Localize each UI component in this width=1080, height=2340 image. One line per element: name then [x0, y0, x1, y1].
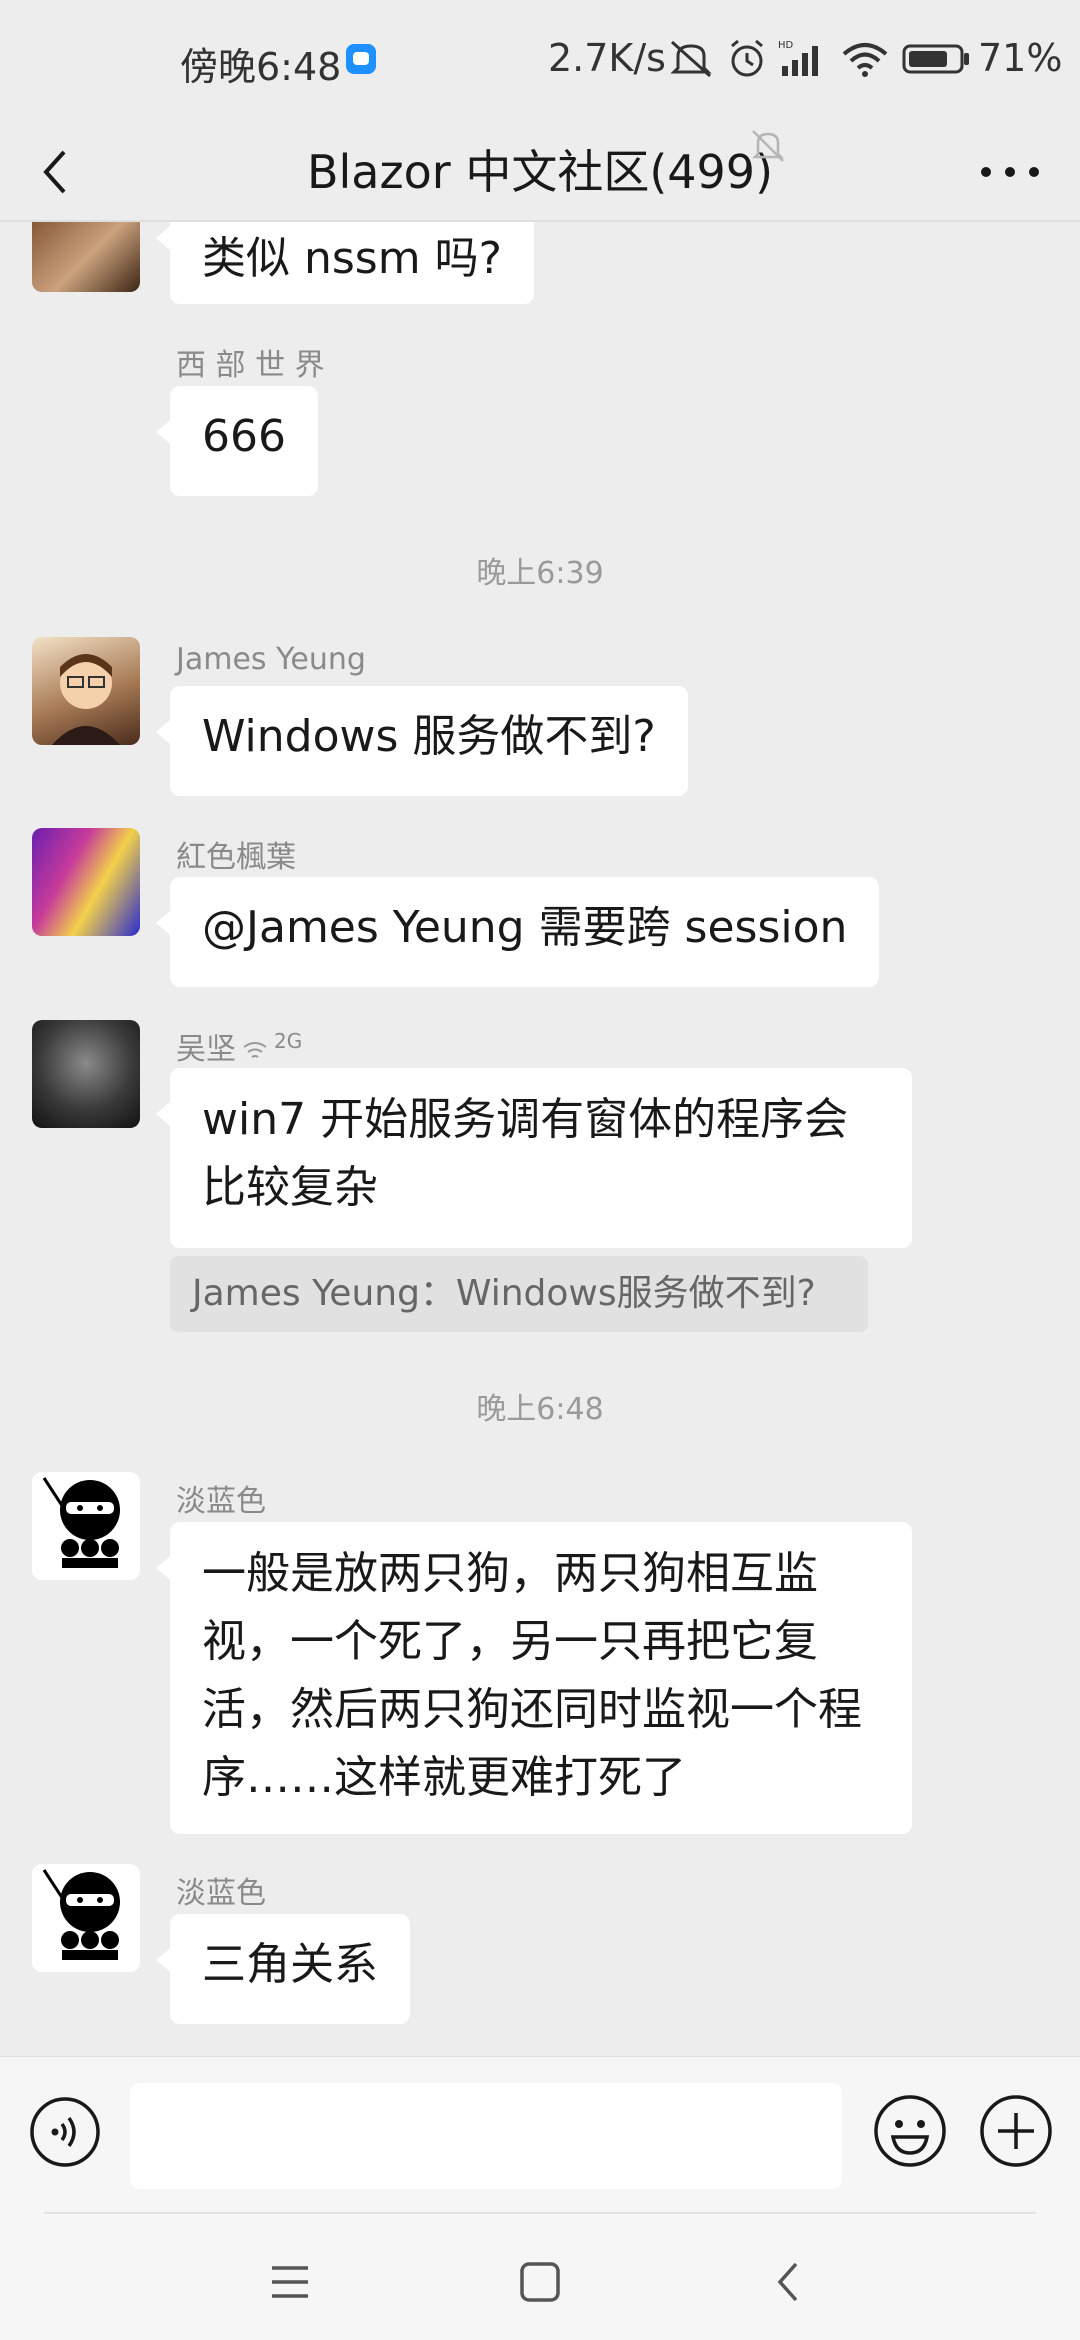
message-list[interactable]: 类似 nssm 吗? 西 部 世 界 666 晚上6:39 James Yeun… [0, 222, 1080, 2056]
sender-name: 西 部 世 界 [176, 348, 325, 383]
mute-status-icon [670, 40, 712, 78]
sender-name: 淡蓝色 [176, 1876, 266, 1911]
svg-text:HD: HD [778, 40, 794, 51]
status-time: 傍晚6:48 [180, 45, 342, 89]
battery-percent: 71% [978, 36, 1063, 80]
sender-name: 淡蓝色 [176, 1484, 266, 1519]
avatar[interactable] [32, 1472, 140, 1580]
sender-name: 紅色楓葉 [176, 840, 296, 875]
network-badge: 2G [274, 1029, 303, 1053]
wifi-icon [243, 1041, 267, 1058]
timestamp: 晚上6:39 [476, 556, 604, 591]
message-text: 666 [202, 411, 286, 462]
home-icon [520, 2262, 560, 2302]
home-button[interactable] [500, 2242, 580, 2322]
chat-title: Blazor 中文社区(499) [306, 145, 774, 199]
emoji-icon [874, 2095, 946, 2167]
menu-icon [272, 2266, 308, 2298]
recent-apps-button[interactable] [250, 2242, 330, 2322]
system-navigation [0, 2212, 1080, 2340]
network-speed: 2.7K/s [548, 36, 666, 80]
more-icon [981, 167, 1039, 177]
message-text: Windows 服务做不到? [202, 711, 656, 762]
sender-name-text: 吴坚 [176, 1032, 236, 1067]
more-button[interactable] [960, 124, 1060, 220]
message-text: 三角关系 [202, 1939, 378, 1990]
sender-name: James Yeung [176, 642, 366, 677]
message-text-line: 序……这样就更难打死了 [202, 1752, 686, 1803]
message-bubble[interactable]: 666 [156, 386, 318, 496]
nav-divider [44, 2212, 1036, 2214]
message-bubble[interactable]: Windows 服务做不到? [156, 686, 688, 796]
message-text-line: 比较复杂 [202, 1162, 378, 1213]
ninja-avatar-image [42, 1477, 120, 1568]
message-text: @James Yeung 需要跨 session [202, 902, 848, 953]
message-text-line: win7 开始服务调有窗体的程序会 [202, 1094, 849, 1145]
quoted-message[interactable]: James Yeung：Windows服务做不到? [170, 1256, 868, 1332]
avatar[interactable] [32, 637, 140, 745]
app-notification-icon [346, 44, 376, 74]
input-bar [0, 2056, 1080, 2213]
signal-icon: HD [778, 40, 818, 76]
message-bubble[interactable]: 类似 nssm 吗? [156, 222, 534, 304]
sender-name: 吴坚 2G [176, 1024, 302, 1068]
avatar-image [52, 654, 120, 745]
message-bubble[interactable]: 三角关系 [156, 1914, 410, 2024]
alarm-icon [731, 39, 763, 77]
message-text: 类似 nssm 吗? [202, 233, 502, 284]
timestamp: 晚上6:48 [476, 1392, 604, 1427]
quote-text: James Yeung：Windows服务做不到? [192, 1273, 816, 1314]
avatar[interactable] [32, 1020, 140, 1128]
avatar[interactable] [32, 1864, 140, 1972]
voice-icon [30, 2097, 100, 2167]
message-text-line: 一般是放两只狗，两只狗相互监 [202, 1548, 818, 1599]
ninja-avatar-image [42, 1869, 120, 1960]
back-icon [777, 2262, 798, 2302]
emoji-button[interactable] [872, 2093, 948, 2169]
message-text-line: 视，一个死了，另一只再把它复 [202, 1616, 818, 1667]
system-back-button[interactable] [750, 2242, 830, 2322]
message-bubble[interactable]: win7 开始服务调有窗体的程序会 比较复杂 [156, 1068, 912, 1248]
avatar[interactable] [32, 222, 140, 292]
plus-icon [980, 2095, 1052, 2167]
message-input[interactable] [130, 2083, 842, 2189]
more-functions-button[interactable] [978, 2093, 1054, 2169]
message-bubble[interactable]: @James Yeung 需要跨 session [155, 877, 880, 987]
bell-off-icon [751, 130, 785, 162]
wifi-icon [842, 43, 888, 77]
battery-icon [902, 44, 969, 74]
avatar[interactable] [32, 828, 140, 936]
message-text-line: 活，然后两只狗还同时监视一个程 [202, 1684, 862, 1735]
status-bar: 傍晚6:48 2.7K/s HD 71% [0, 0, 1080, 124]
chat-header: Blazor 中文社区(499) [0, 124, 1080, 220]
message-bubble[interactable]: 一般是放两只狗，两只狗相互监 视，一个死了，另一只再把它复 活，然后两只狗还同时… [156, 1522, 912, 1834]
voice-button[interactable] [28, 2095, 102, 2169]
